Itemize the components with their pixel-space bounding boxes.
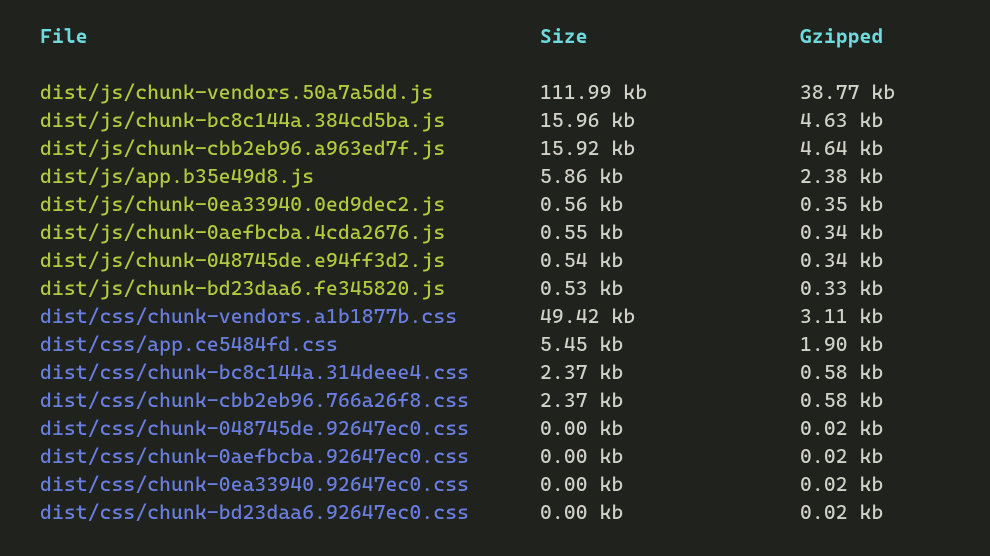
file-path: dist/js/chunk-bc8c144a.384cd5ba.js <box>40 106 540 134</box>
table-row: dist/css/app.ce5484fd.css5.45 kb1.90 kb <box>40 330 950 358</box>
file-path: dist/css/app.ce5484fd.css <box>40 330 540 358</box>
file-size: 0.00 kb <box>540 414 800 442</box>
file-gzipped: 0.34 kb <box>800 246 950 274</box>
file-path: dist/js/chunk-bd23daa6.fe345820.js <box>40 274 540 302</box>
table-row: dist/js/chunk-vendors.50a7a5dd.js111.99 … <box>40 78 950 106</box>
file-gzipped: 3.11 kb <box>800 302 950 330</box>
file-path: dist/js/chunk-0aefbcba.4cda2676.js <box>40 218 540 246</box>
table-row: dist/css/chunk-048745de.92647ec0.css0.00… <box>40 414 950 442</box>
file-size: 0.54 kb <box>540 246 800 274</box>
file-size: 5.86 kb <box>540 162 800 190</box>
header-gzipped: Gzipped <box>800 22 950 50</box>
file-size: 15.92 kb <box>540 134 800 162</box>
file-gzipped: 0.35 kb <box>800 190 950 218</box>
file-gzipped: 1.90 kb <box>800 330 950 358</box>
file-gzipped: 38.77 kb <box>800 78 950 106</box>
file-gzipped: 0.02 kb <box>800 442 950 470</box>
file-size: 0.55 kb <box>540 218 800 246</box>
file-size: 111.99 kb <box>540 78 800 106</box>
table-row: dist/css/chunk-bc8c144a.314deee4.css2.37… <box>40 358 950 386</box>
file-size: 15.96 kb <box>540 106 800 134</box>
blank-line <box>40 526 950 554</box>
file-gzipped: 0.02 kb <box>800 498 950 526</box>
table-row: dist/js/app.b35e49d8.js5.86 kb2.38 kb <box>40 162 950 190</box>
table-row: dist/js/chunk-bd23daa6.fe345820.js0.53 k… <box>40 274 950 302</box>
file-size: 49.42 kb <box>540 302 800 330</box>
file-path: dist/css/chunk-bd23daa6.92647ec0.css <box>40 498 540 526</box>
table-row: dist/css/chunk-bd23daa6.92647ec0.css0.00… <box>40 498 950 526</box>
file-size: 0.00 kb <box>540 498 800 526</box>
file-size: 0.53 kb <box>540 274 800 302</box>
file-gzipped: 2.38 kb <box>800 162 950 190</box>
file-size: 0.00 kb <box>540 470 800 498</box>
header-file: File <box>40 22 540 50</box>
file-gzipped: 0.58 kb <box>800 358 950 386</box>
table-row: dist/css/chunk-cbb2eb96.766a26f8.css2.37… <box>40 386 950 414</box>
table-row: dist/js/chunk-0ea33940.0ed9dec2.js0.56 k… <box>40 190 950 218</box>
file-gzipped: 0.02 kb <box>800 470 950 498</box>
table-row: dist/js/chunk-048745de.e94ff3d2.js0.54 k… <box>40 246 950 274</box>
file-gzipped: 0.33 kb <box>800 274 950 302</box>
header-size: Size <box>540 22 800 50</box>
file-gzipped: 0.58 kb <box>800 386 950 414</box>
file-size: 0.00 kb <box>540 442 800 470</box>
file-path: dist/css/chunk-vendors.a1b1877b.css <box>40 302 540 330</box>
table-row: dist/css/chunk-vendors.a1b1877b.css49.42… <box>40 302 950 330</box>
file-path: dist/js/chunk-vendors.50a7a5dd.js <box>40 78 540 106</box>
file-gzipped: 4.63 kb <box>800 106 950 134</box>
file-path: dist/js/chunk-cbb2eb96.a963ed7f.js <box>40 134 540 162</box>
file-path: dist/css/chunk-0aefbcba.92647ec0.css <box>40 442 540 470</box>
file-path: dist/js/chunk-0ea33940.0ed9dec2.js <box>40 190 540 218</box>
file-path: dist/css/chunk-048745de.92647ec0.css <box>40 414 540 442</box>
table-row: dist/js/chunk-0aefbcba.4cda2676.js0.55 k… <box>40 218 950 246</box>
file-path: dist/css/chunk-cbb2eb96.766a26f8.css <box>40 386 540 414</box>
file-path: dist/js/app.b35e49d8.js <box>40 162 540 190</box>
build-output-terminal: FileSizeGzipped dist/js/chunk-vendors.50a… <box>40 22 950 556</box>
file-size: 5.45 kb <box>540 330 800 358</box>
file-path: dist/css/chunk-0ea33940.92647ec0.css <box>40 470 540 498</box>
file-path: dist/js/chunk-048745de.e94ff3d2.js <box>40 246 540 274</box>
file-gzipped: 0.34 kb <box>800 218 950 246</box>
table-row: dist/css/chunk-0ea33940.92647ec0.css0.00… <box>40 470 950 498</box>
blank-line <box>40 50 950 78</box>
file-gzipped: 4.64 kb <box>800 134 950 162</box>
table-row: dist/js/chunk-cbb2eb96.a963ed7f.js15.92 … <box>40 134 950 162</box>
table-row: dist/js/chunk-bc8c144a.384cd5ba.js15.96 … <box>40 106 950 134</box>
file-size: 2.37 kb <box>540 386 800 414</box>
table-row: dist/css/chunk-0aefbcba.92647ec0.css0.00… <box>40 442 950 470</box>
table-header-row: FileSizeGzipped <box>40 22 950 50</box>
file-size: 2.37 kb <box>540 358 800 386</box>
file-path: dist/css/chunk-bc8c144a.314deee4.css <box>40 358 540 386</box>
file-size: 0.56 kb <box>540 190 800 218</box>
file-gzipped: 0.02 kb <box>800 414 950 442</box>
